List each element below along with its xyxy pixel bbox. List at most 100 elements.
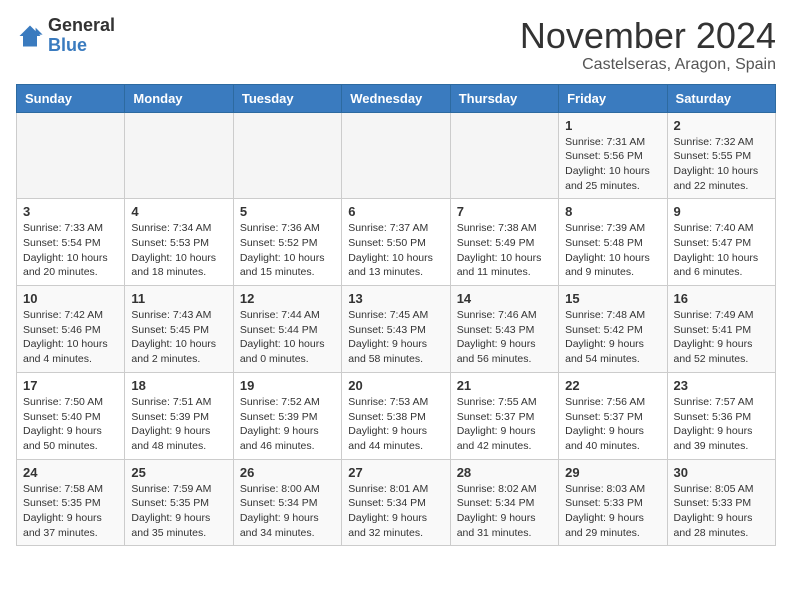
- calendar-cell: 7 Sunrise: 7:38 AM Sunset: 5:49 PM Daylig…: [450, 199, 558, 286]
- day-number: 23: [674, 378, 769, 393]
- day-info: Sunrise: 7:52 AM Sunset: 5:39 PM Dayligh…: [240, 395, 335, 454]
- calendar-cell: 17 Sunrise: 7:50 AM Sunset: 5:40 PM Dayli…: [17, 372, 125, 459]
- calendar-week-row: 3Sunrise: 7:33 AM Sunset: 5:54 PM Daylig…: [17, 199, 776, 286]
- calendar-cell: 11 Sunrise: 7:43 AM Sunset: 5:45 PM Dayli…: [125, 286, 233, 373]
- calendar-cell: 14 Sunrise: 7:46 AM Sunset: 5:43 PM Dayli…: [450, 286, 558, 373]
- day-info: Sunrise: 7:59 AM Sunset: 5:35 PM Dayligh…: [131, 482, 226, 541]
- calendar-week-row: 17 Sunrise: 7:50 AM Sunset: 5:40 PM Dayli…: [17, 372, 776, 459]
- day-info: Sunrise: 8:02 AM Sunset: 5:34 PM Dayligh…: [457, 482, 552, 541]
- calendar-cell: 5Sunrise: 7:36 AM Sunset: 5:52 PM Daylig…: [233, 199, 341, 286]
- calendar-cell: [342, 112, 450, 199]
- day-info: Sunrise: 7:34 AM Sunset: 5:53 PM Dayligh…: [131, 221, 226, 280]
- day-info: Sunrise: 7:49 AM Sunset: 5:41 PM Dayligh…: [674, 308, 769, 367]
- logo-text: General Blue: [48, 16, 115, 56]
- calendar-cell: [233, 112, 341, 199]
- day-info: Sunrise: 7:44 AM Sunset: 5:44 PM Dayligh…: [240, 308, 335, 367]
- calendar-cell: 19 Sunrise: 7:52 AM Sunset: 5:39 PM Dayli…: [233, 372, 341, 459]
- calendar-cell: 15 Sunrise: 7:48 AM Sunset: 5:42 PM Dayli…: [559, 286, 667, 373]
- calendar-cell: 25 Sunrise: 7:59 AM Sunset: 5:35 PM Dayli…: [125, 459, 233, 546]
- calendar-cell: 3Sunrise: 7:33 AM Sunset: 5:54 PM Daylig…: [17, 199, 125, 286]
- day-number: 17: [23, 378, 118, 393]
- calendar-table: SundayMondayTuesdayWednesdayThursdayFrid…: [16, 84, 776, 547]
- calendar-cell: 28Sunrise: 8:02 AM Sunset: 5:34 PM Dayli…: [450, 459, 558, 546]
- location-title: Castelseras, Aragon, Spain: [520, 56, 776, 74]
- day-number: 8: [565, 204, 660, 219]
- day-info: Sunrise: 7:53 AM Sunset: 5:38 PM Dayligh…: [348, 395, 443, 454]
- logo-icon: [16, 22, 44, 50]
- day-number: 5: [240, 204, 335, 219]
- day-info: Sunrise: 7:50 AM Sunset: 5:40 PM Dayligh…: [23, 395, 118, 454]
- calendar-cell: 13 Sunrise: 7:45 AM Sunset: 5:43 PM Dayli…: [342, 286, 450, 373]
- calendar-cell: 1Sunrise: 7:31 AM Sunset: 5:56 PM Daylig…: [559, 112, 667, 199]
- calendar-cell: 16 Sunrise: 7:49 AM Sunset: 5:41 PM Dayli…: [667, 286, 775, 373]
- day-number: 21: [457, 378, 552, 393]
- weekday-header: Wednesday: [342, 84, 450, 112]
- day-number: 14: [457, 291, 552, 306]
- calendar-cell: 21 Sunrise: 7:55 AM Sunset: 5:37 PM Dayli…: [450, 372, 558, 459]
- calendar-cell: [450, 112, 558, 199]
- day-info: Sunrise: 7:32 AM Sunset: 5:55 PM Dayligh…: [674, 135, 769, 194]
- day-info: Sunrise: 8:01 AM Sunset: 5:34 PM Dayligh…: [348, 482, 443, 541]
- calendar-cell: 30 Sunrise: 8:05 AM Sunset: 5:33 PM Dayli…: [667, 459, 775, 546]
- weekday-header: Sunday: [17, 84, 125, 112]
- day-info: Sunrise: 7:37 AM Sunset: 5:50 PM Dayligh…: [348, 221, 443, 280]
- day-number: 16: [674, 291, 769, 306]
- day-number: 26: [240, 465, 335, 480]
- day-number: 4: [131, 204, 226, 219]
- day-number: 29: [565, 465, 660, 480]
- day-number: 7: [457, 204, 552, 219]
- day-number: 27: [348, 465, 443, 480]
- day-number: 11: [131, 291, 226, 306]
- calendar-cell: [17, 112, 125, 199]
- day-info: Sunrise: 8:05 AM Sunset: 5:33 PM Dayligh…: [674, 482, 769, 541]
- day-info: Sunrise: 7:55 AM Sunset: 5:37 PM Dayligh…: [457, 395, 552, 454]
- day-info: Sunrise: 7:48 AM Sunset: 5:42 PM Dayligh…: [565, 308, 660, 367]
- title-block: November 2024 Castelseras, Aragon, Spain: [520, 16, 776, 74]
- calendar-cell: [125, 112, 233, 199]
- calendar-cell: 29Sunrise: 8:03 AM Sunset: 5:33 PM Dayli…: [559, 459, 667, 546]
- calendar-cell: 6Sunrise: 7:37 AM Sunset: 5:50 PM Daylig…: [342, 199, 450, 286]
- day-number: 24: [23, 465, 118, 480]
- calendar-cell: 26 Sunrise: 8:00 AM Sunset: 5:34 PM Dayli…: [233, 459, 341, 546]
- day-number: 20: [348, 378, 443, 393]
- logo: General Blue: [16, 16, 115, 56]
- weekday-header: Tuesday: [233, 84, 341, 112]
- day-number: 18: [131, 378, 226, 393]
- day-number: 13: [348, 291, 443, 306]
- day-number: 22: [565, 378, 660, 393]
- day-number: 19: [240, 378, 335, 393]
- day-number: 10: [23, 291, 118, 306]
- weekday-header: Thursday: [450, 84, 558, 112]
- day-number: 12: [240, 291, 335, 306]
- day-info: Sunrise: 7:46 AM Sunset: 5:43 PM Dayligh…: [457, 308, 552, 367]
- calendar-cell: 12 Sunrise: 7:44 AM Sunset: 5:44 PM Dayli…: [233, 286, 341, 373]
- day-info: Sunrise: 7:39 AM Sunset: 5:48 PM Dayligh…: [565, 221, 660, 280]
- calendar-header-row: SundayMondayTuesdayWednesdayThursdayFrid…: [17, 84, 776, 112]
- day-info: Sunrise: 7:56 AM Sunset: 5:37 PM Dayligh…: [565, 395, 660, 454]
- day-info: Sunrise: 7:40 AM Sunset: 5:47 PM Dayligh…: [674, 221, 769, 280]
- day-number: 9: [674, 204, 769, 219]
- calendar-cell: 22 Sunrise: 7:56 AM Sunset: 5:37 PM Dayli…: [559, 372, 667, 459]
- day-info: Sunrise: 7:38 AM Sunset: 5:49 PM Dayligh…: [457, 221, 552, 280]
- day-info: Sunrise: 7:58 AM Sunset: 5:35 PM Dayligh…: [23, 482, 118, 541]
- day-number: 15: [565, 291, 660, 306]
- calendar-cell: 2Sunrise: 7:32 AM Sunset: 5:55 PM Daylig…: [667, 112, 775, 199]
- day-info: Sunrise: 7:31 AM Sunset: 5:56 PM Dayligh…: [565, 135, 660, 194]
- calendar-cell: 10 Sunrise: 7:42 AM Sunset: 5:46 PM Dayli…: [17, 286, 125, 373]
- day-info: Sunrise: 7:57 AM Sunset: 5:36 PM Dayligh…: [674, 395, 769, 454]
- day-info: Sunrise: 7:51 AM Sunset: 5:39 PM Dayligh…: [131, 395, 226, 454]
- day-info: Sunrise: 8:00 AM Sunset: 5:34 PM Dayligh…: [240, 482, 335, 541]
- day-info: Sunrise: 7:43 AM Sunset: 5:45 PM Dayligh…: [131, 308, 226, 367]
- day-info: Sunrise: 7:42 AM Sunset: 5:46 PM Dayligh…: [23, 308, 118, 367]
- day-info: Sunrise: 7:33 AM Sunset: 5:54 PM Dayligh…: [23, 221, 118, 280]
- weekday-header: Monday: [125, 84, 233, 112]
- weekday-header: Saturday: [667, 84, 775, 112]
- calendar-cell: 4 Sunrise: 7:34 AM Sunset: 5:53 PM Daylig…: [125, 199, 233, 286]
- day-number: 30: [674, 465, 769, 480]
- day-number: 25: [131, 465, 226, 480]
- day-info: Sunrise: 7:45 AM Sunset: 5:43 PM Dayligh…: [348, 308, 443, 367]
- calendar-cell: 8 Sunrise: 7:39 AM Sunset: 5:48 PM Daylig…: [559, 199, 667, 286]
- calendar-cell: 9 Sunrise: 7:40 AM Sunset: 5:47 PM Daylig…: [667, 199, 775, 286]
- calendar-week-row: 1Sunrise: 7:31 AM Sunset: 5:56 PM Daylig…: [17, 112, 776, 199]
- calendar-cell: 27 Sunrise: 8:01 AM Sunset: 5:34 PM Dayli…: [342, 459, 450, 546]
